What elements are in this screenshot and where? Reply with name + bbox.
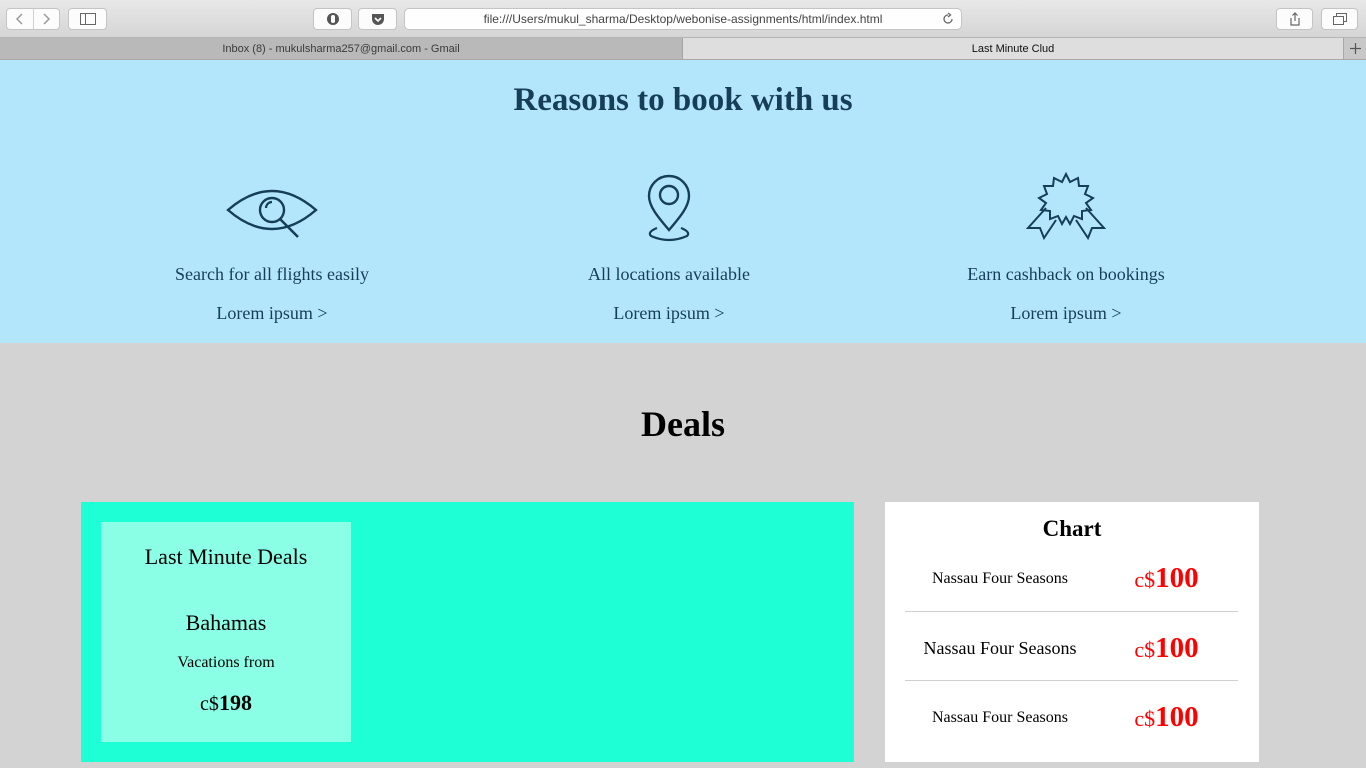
tabs-icon <box>1332 13 1347 25</box>
feature-locations: All locations available Lorem ipsum > <box>469 170 869 324</box>
share-button[interactable] <box>1276 8 1313 30</box>
hotel-name: Nassau Four Seasons <box>932 569 1068 587</box>
price-amount: 100 <box>1155 632 1199 664</box>
tab-label: Inbox (8) - mukulsharma257@gmail.com - G… <box>222 42 460 55</box>
chevron-right-icon <box>43 13 51 25</box>
plus-icon <box>1349 43 1361 54</box>
hotel-price: c$100 <box>1095 701 1238 734</box>
feature-link[interactable]: Lorem ipsum > <box>469 303 869 324</box>
chart-row[interactable]: Nassau Four Seasons c$100 <box>905 544 1238 613</box>
chevron-left-icon <box>15 13 23 25</box>
hotel-price: c$100 <box>1095 632 1238 665</box>
privacy-button[interactable] <box>313 8 352 30</box>
nav-buttons <box>6 8 60 30</box>
deal-subtitle: Vacations from <box>177 654 275 671</box>
price-currency: c$ <box>1134 706 1156 731</box>
sidebar-button[interactable] <box>68 8 107 30</box>
eye-search-icon <box>226 189 318 238</box>
reload-icon[interactable] <box>941 12 955 26</box>
back-button[interactable] <box>7 9 33 29</box>
row-divider <box>905 680 1238 681</box>
feature-text: Search for all flights easily <box>175 264 369 284</box>
deal-amount: 198 <box>218 690 252 715</box>
chart-box: Chart Nassau Four Seasons c$100 Nassau F… <box>885 502 1259 762</box>
sidebar-icon <box>79 13 96 25</box>
url-text: file:///Users/mukul_sharma/Desktop/webon… <box>483 12 883 26</box>
deals-title: Deals <box>641 404 725 444</box>
row-divider <box>905 611 1238 612</box>
location-pin-icon <box>647 174 691 242</box>
tab-last-minute[interactable]: Last Minute Clud <box>683 38 1343 59</box>
feature-link[interactable]: Lorem ipsum > <box>866 303 1266 324</box>
tabs-overview-button[interactable] <box>1321 8 1358 30</box>
deals-panel: Last Minute Deals Bahamas Vacations from… <box>81 502 854 762</box>
price-currency: c$ <box>1134 567 1156 592</box>
chart-title: Chart <box>1042 516 1102 541</box>
reasons-section: Reasons to book with us Search for all f… <box>0 60 1366 343</box>
deal-destination: Bahamas <box>185 610 267 635</box>
deal-currency: c$ <box>200 693 219 715</box>
forward-button[interactable] <box>32 9 60 29</box>
new-tab-button[interactable] <box>1343 38 1366 59</box>
tab-gmail[interactable]: Inbox (8) - mukulsharma257@gmail.com - G… <box>0 38 683 59</box>
pocket-icon <box>371 14 384 25</box>
feature-search: Search for all flights easily Lorem ipsu… <box>72 170 472 324</box>
tab-label: Last Minute Clud <box>971 42 1055 55</box>
chart-row[interactable]: Nassau Four Seasons c$100 <box>905 614 1238 683</box>
chart-row[interactable]: Nassau Four Seasons c$100 <box>905 683 1238 752</box>
hotel-name: Nassau Four Seasons <box>932 708 1068 726</box>
address-bar[interactable]: file:///Users/mukul_sharma/Desktop/webon… <box>404 8 962 30</box>
reasons-title: Reasons to book with us <box>513 82 853 118</box>
feature-cashback: Earn cashback on bookings Lorem ipsum > <box>866 170 1266 324</box>
deal-card[interactable]: Last Minute Deals Bahamas Vacations from… <box>101 522 351 742</box>
deal-price: c$198 <box>101 690 351 716</box>
hotel-name: Nassau Four Seasons <box>923 638 1077 658</box>
hotel-price: c$100 <box>1095 562 1238 595</box>
award-badge-icon <box>1025 172 1107 241</box>
feature-text: Earn cashback on bookings <box>967 264 1165 284</box>
browser-toolbar: file:///Users/mukul_sharma/Desktop/webon… <box>0 0 1366 38</box>
pocket-button[interactable] <box>358 8 397 30</box>
shield-icon <box>326 13 339 25</box>
price-currency: c$ <box>1134 637 1156 662</box>
price-amount: 100 <box>1155 701 1199 733</box>
tab-bar: Inbox (8) - mukulsharma257@gmail.com - G… <box>0 38 1366 60</box>
feature-link[interactable]: Lorem ipsum > <box>72 303 472 324</box>
price-amount: 100 <box>1155 562 1199 594</box>
deal-card-title: Last Minute Deals <box>144 544 308 569</box>
feature-text: All locations available <box>588 264 750 284</box>
share-icon <box>1289 12 1300 26</box>
